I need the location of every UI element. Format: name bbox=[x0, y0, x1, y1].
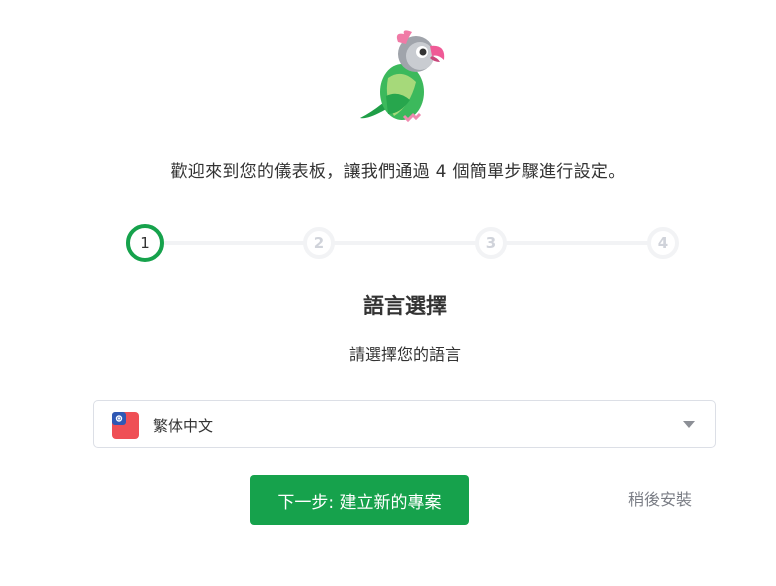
step-3: 3 bbox=[475, 227, 507, 259]
stepper-track bbox=[146, 241, 666, 245]
step-4: 4 bbox=[647, 227, 679, 259]
next-step-button[interactable]: 下一步: 建立新的專案 bbox=[250, 475, 469, 525]
parrot-mascot-icon bbox=[360, 30, 445, 123]
welcome-message: 歡迎來到您的儀表板，讓我們通過 4 個簡單步驟進行設定。 bbox=[170, 162, 626, 182]
section-title: 語言選擇 bbox=[363, 294, 447, 318]
step-1: 1 bbox=[126, 224, 164, 262]
step-2: 2 bbox=[303, 227, 335, 259]
chevron-down-icon[interactable] bbox=[683, 421, 695, 428]
taiwan-flag-icon bbox=[112, 412, 139, 439]
progress-stepper: 1 2 3 4 bbox=[126, 224, 686, 262]
section-subtitle: 請選擇您的語言 bbox=[348, 345, 461, 364]
language-select[interactable]: 繁体中文 bbox=[93, 400, 716, 448]
install-later-link[interactable]: 稍後安裝 bbox=[628, 486, 692, 510]
language-select-value: 繁体中文 bbox=[153, 417, 214, 435]
